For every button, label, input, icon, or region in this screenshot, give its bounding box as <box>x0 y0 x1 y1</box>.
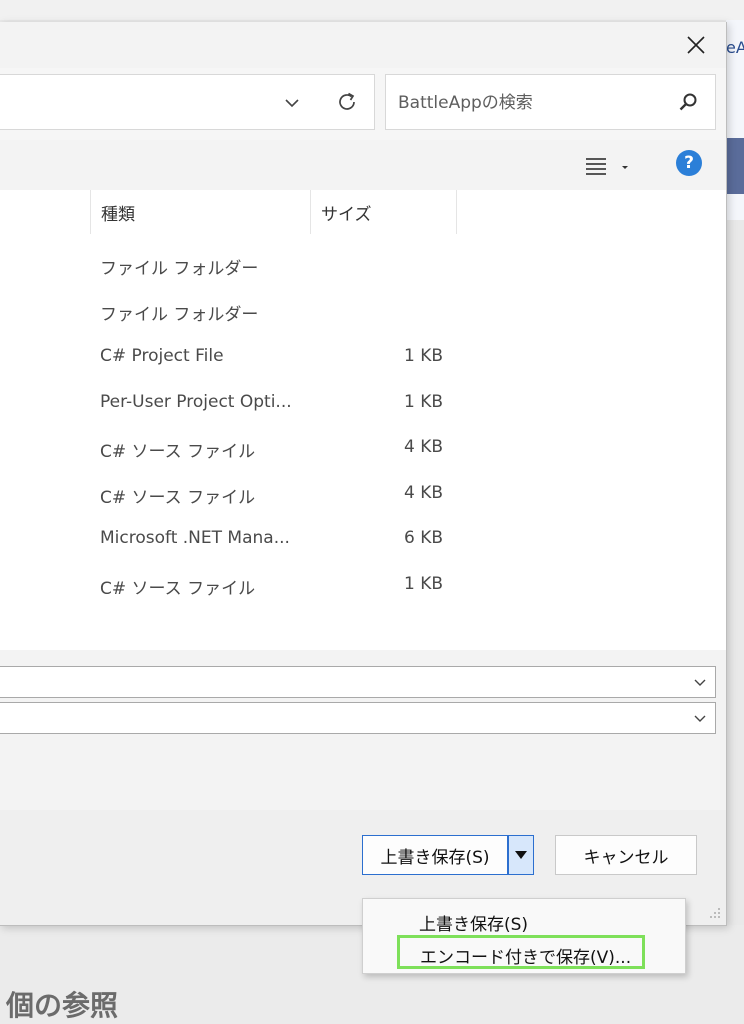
file-list: 種類 サイズ ファイル フォルダー ファイル フォルダー C# Project … <box>0 190 726 650</box>
cancel-button[interactable]: キャンセル <box>555 835 697 875</box>
file-size: 6 KB <box>403 528 443 548</box>
file-row[interactable]: C# Project File 1 KB <box>0 334 726 379</box>
file-type: Microsoft .NET Mana... <box>100 528 290 548</box>
save-options-menu: 上書き保存(S) エンコード付きで保存(V)... <box>362 898 686 974</box>
dialog-titlebar <box>0 22 726 68</box>
file-type: ファイル フォルダー <box>100 259 259 279</box>
file-type: C# ソース ファイル <box>100 442 256 462</box>
close-icon <box>687 36 705 54</box>
file-type-combobox[interactable] <box>0 702 716 734</box>
resize-grip-icon[interactable] <box>707 905 721 919</box>
file-row[interactable]: C# ソース ファイル 4 KB <box>0 425 726 470</box>
chevron-down-icon[interactable] <box>693 711 707 725</box>
save-options-button[interactable] <box>508 835 534 875</box>
file-row[interactable]: C# ソース ファイル 1 KB <box>0 562 726 607</box>
background-window-edge: eA <box>726 20 744 220</box>
file-size: 1 KB <box>403 574 443 594</box>
background-window-band <box>726 138 744 194</box>
dialog-toolbar: ? <box>0 140 726 190</box>
chevron-down-icon[interactable] <box>280 91 304 115</box>
file-size: 1 KB <box>403 392 443 412</box>
background-window-text: eA <box>726 38 744 57</box>
file-size: 1 KB <box>403 346 443 366</box>
triangle-down-icon <box>515 851 527 859</box>
view-list-icon <box>586 158 628 175</box>
search-box[interactable] <box>385 74 716 130</box>
file-row[interactable]: Per-User Project Opti... 1 KB <box>0 380 726 425</box>
view-options-button[interactable] <box>584 154 634 178</box>
file-name-combobox[interactable] <box>0 666 716 698</box>
file-type: C# ソース ファイル <box>100 488 256 508</box>
file-row[interactable]: ファイル フォルダー <box>0 242 726 287</box>
help-icon[interactable]: ? <box>676 150 702 176</box>
file-type: C# Project File <box>100 346 224 366</box>
filename-fields <box>0 650 726 810</box>
file-row[interactable]: Microsoft .NET Mana... 6 KB <box>0 516 726 561</box>
references-title: 個の参照 <box>6 989 119 1022</box>
address-bar[interactable] <box>0 74 375 130</box>
column-header-type[interactable]: 種類 <box>90 190 310 234</box>
search-input[interactable] <box>396 90 670 116</box>
refresh-icon[interactable] <box>334 89 360 115</box>
save-as-dialog: ? 種類 サイズ ファイル フォルダー ファイル フォルダー C# Projec… <box>0 22 727 926</box>
menu-item-label: 上書き保存(S) <box>419 915 529 935</box>
background-window-top <box>0 0 744 20</box>
menu-item-save-with-encoding[interactable]: エンコード付きで保存(V)... <box>397 935 645 969</box>
save-button[interactable]: 上書き保存(S) <box>362 835 508 875</box>
column-header-size[interactable]: サイズ <box>310 190 457 234</box>
close-button[interactable] <box>676 28 716 62</box>
file-type: C# ソース ファイル <box>100 579 256 599</box>
menu-item-save[interactable]: 上書き保存(S) <box>363 903 685 937</box>
file-row[interactable]: C# ソース ファイル 4 KB <box>0 471 726 516</box>
chevron-down-icon[interactable] <box>693 675 707 689</box>
search-icon[interactable] <box>676 90 700 114</box>
menu-item-label: エンコード付きで保存(V)... <box>420 948 632 968</box>
file-size: 4 KB <box>403 437 443 457</box>
save-split-button: 上書き保存(S) <box>362 835 534 875</box>
file-type: ファイル フォルダー <box>100 305 259 325</box>
file-row[interactable]: ファイル フォルダー <box>0 288 726 333</box>
file-size: 4 KB <box>403 483 443 503</box>
file-type: Per-User Project Opti... <box>100 392 292 412</box>
